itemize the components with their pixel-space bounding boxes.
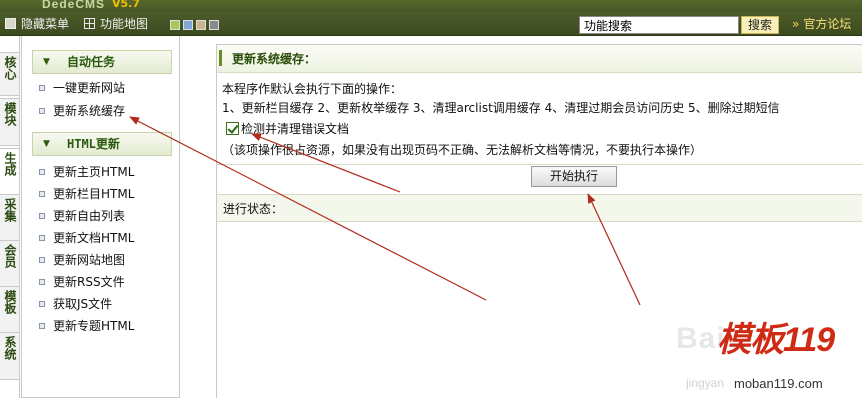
top-toolbar: 隐藏菜单 功能地图 搜索 »官方论坛 <box>0 12 862 36</box>
status-label: 进行状态： <box>223 202 284 216</box>
tab-system[interactable]: 系统 <box>0 332 20 380</box>
menu-item-label: 更新主页HTML <box>53 165 135 179</box>
skin-swatch-blue[interactable] <box>183 20 193 30</box>
tab-module-label: 模块 <box>3 102 17 126</box>
tab-generate-label: 生成 <box>3 152 17 176</box>
watermark-site: moban119.com <box>734 376 823 391</box>
clean-docs-label: 检测并清理错误文档 <box>241 122 350 136</box>
tab-system-label: 系统 <box>3 336 17 360</box>
left-menu: ▼ 自动任务 一键更新网站 更新系统缓存 ▼ HTML更新 更新主页HTML 更… <box>21 36 180 398</box>
menu-item-label: 一键更新网站 <box>53 81 126 95</box>
menu-item-update-sitemap[interactable]: 更新网站地图 <box>39 252 125 268</box>
status-bar: 进行状态： <box>217 194 862 222</box>
menu-item-get-js[interactable]: 获取JS文件 <box>39 296 112 312</box>
bullet-icon <box>39 235 45 241</box>
warning-note: （该项操作很占资源，如果没有出现页码不正确、无法解析文档等情况，不要执行本操作） <box>222 143 703 157</box>
bullet-icon <box>39 169 45 175</box>
menu-item-update-doc[interactable]: 更新文档HTML <box>39 230 134 246</box>
official-forum-link[interactable]: » 官方论坛 <box>792 12 851 36</box>
menu-item-update-site[interactable]: 一键更新网站 <box>39 80 125 96</box>
tab-generate[interactable]: 生成 <box>0 148 20 196</box>
menu-item-update-rss[interactable]: 更新RSS文件 <box>39 274 125 290</box>
menu-item-label: 获取JS文件 <box>53 297 113 311</box>
brand-version: V5.7 <box>112 0 140 10</box>
menu-item-update-column[interactable]: 更新栏目HTML <box>39 186 134 202</box>
start-execute-button[interactable]: 开始执行 <box>531 166 617 187</box>
tab-member-label: 会员 <box>3 244 17 268</box>
chevron-down-icon: ▼ <box>43 57 50 67</box>
tab-collect[interactable]: 采集 <box>0 194 20 242</box>
menu-item-label: 更新栏目HTML <box>53 187 135 201</box>
menu-item-update-freelist[interactable]: 更新自由列表 <box>39 208 125 224</box>
bullet-icon <box>39 257 45 263</box>
menu-item-label: 更新自由列表 <box>53 209 126 223</box>
page-title: 更新系统缓存： <box>232 52 317 66</box>
menu-item-label: 更新RSS文件 <box>53 275 125 289</box>
menu-item-label: 更新系统缓存 <box>53 104 126 118</box>
bullet-icon <box>39 301 45 307</box>
auto-tasks-header[interactable]: ▼ 自动任务 <box>32 50 172 74</box>
skin-swatch-gray[interactable] <box>209 20 219 30</box>
menu-item-label: 更新网站地图 <box>53 253 126 267</box>
divider <box>217 164 862 165</box>
function-map-label: 功能地图 <box>100 17 149 31</box>
brand-logo: DedeCMS <box>42 0 106 11</box>
hide-menu-icon <box>5 18 16 29</box>
tab-core-label: 核心 <box>3 56 17 80</box>
tab-module[interactable]: 模块 <box>0 98 20 146</box>
bullet-icon <box>39 279 45 285</box>
official-forum-label: 官方论坛 <box>803 17 852 31</box>
clean-docs-option[interactable]: 检测并清理错误文档 <box>226 121 349 137</box>
grid-icon <box>84 18 95 29</box>
watermark-jingyan: jingyan <box>686 376 725 390</box>
tab-core[interactable]: 核心 <box>0 52 20 96</box>
bullet-icon <box>39 108 45 114</box>
header-accent <box>219 50 222 66</box>
watermark-logo: 模板119 <box>717 321 835 359</box>
hide-menu-label: 隐藏菜单 <box>21 17 70 31</box>
vertical-tab-bar: 核心 模块 生成 采集 会员 模板 系统 <box>0 36 20 398</box>
bulb-icon: » <box>792 17 800 31</box>
html-update-title-suffix: 更新 <box>95 137 120 151</box>
function-search-input[interactable] <box>579 16 739 34</box>
html-update-title: HTML更新 <box>67 133 120 155</box>
html-update-header[interactable]: ▼ HTML更新 <box>32 132 172 156</box>
tab-collect-label: 采集 <box>3 198 17 222</box>
auto-tasks-title: 自动任务 <box>67 55 116 69</box>
menu-item-update-home[interactable]: 更新主页HTML <box>39 164 134 180</box>
tab-template-label: 模板 <box>3 290 17 314</box>
clean-docs-checkbox[interactable] <box>226 122 239 135</box>
bullet-icon <box>39 323 45 329</box>
panel-header: 更新系统缓存： <box>217 45 862 73</box>
bullet-icon <box>39 191 45 197</box>
brand-bar: DedeCMS V5.7 <box>0 0 862 12</box>
steps-text: 1、更新栏目缓存 2、更新枚举缓存 3、清理arclist调用缓存 4、清理过期… <box>222 101 780 115</box>
description-text: 本程序作默认会执行下面的操作： <box>222 82 403 96</box>
skin-swatch-green[interactable] <box>170 20 180 30</box>
function-map-button[interactable]: 功能地图 <box>84 12 148 36</box>
menu-item-update-topic[interactable]: 更新专题HTML <box>39 318 134 334</box>
chevron-down-icon: ▼ <box>43 139 50 149</box>
bullet-icon <box>39 213 45 219</box>
menu-item-label: 更新专题HTML <box>53 319 135 333</box>
menu-item-label: 更新文档HTML <box>53 231 135 245</box>
menu-item-update-cache[interactable]: 更新系统缓存 <box>39 103 125 119</box>
search-button[interactable]: 搜索 <box>741 16 779 34</box>
tab-template[interactable]: 模板 <box>0 286 20 334</box>
hide-menu-button[interactable]: 隐藏菜单 <box>5 12 69 36</box>
bullet-icon <box>39 85 45 91</box>
skin-swatch-tan[interactable] <box>196 20 206 30</box>
html-update-title-prefix: HTML <box>67 137 96 151</box>
tab-member[interactable]: 会员 <box>0 240 20 288</box>
